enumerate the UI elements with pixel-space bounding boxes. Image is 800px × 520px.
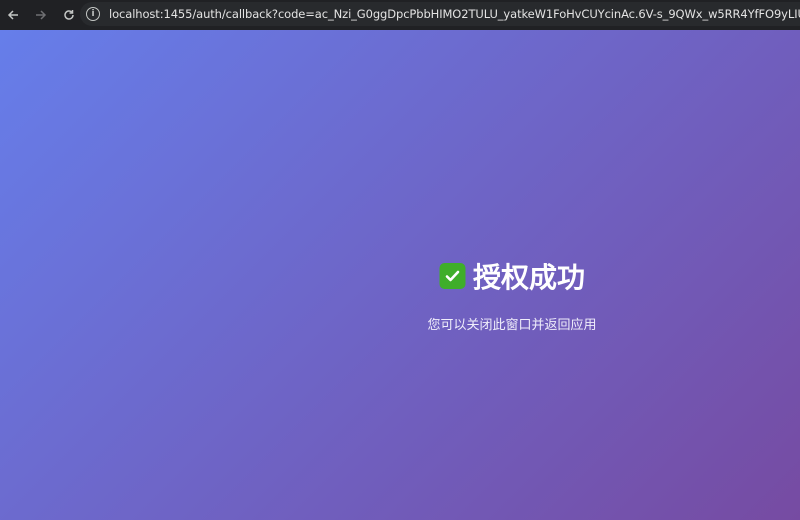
- arrow-right-icon: [36, 10, 47, 20]
- address-bar[interactable]: i localhost:1455/auth/callback?code=ac_N…: [80, 2, 800, 26]
- forward-button[interactable]: [28, 2, 54, 28]
- arrow-left-icon: [7, 10, 18, 20]
- success-content: 授权成功 您可以关闭此窗口并返回应用: [427, 256, 596, 333]
- page-title: 授权成功: [472, 261, 586, 294]
- info-icon[interactable]: i: [86, 7, 100, 21]
- browser-toolbar: i localhost:1455/auth/callback?code=ac_N…: [0, 0, 800, 30]
- page-message: 您可以关闭此窗口并返回应用: [427, 318, 597, 333]
- page-background: 授权成功 您可以关闭此窗口并返回应用: [0, 30, 800, 520]
- back-button[interactable]: [0, 2, 26, 28]
- reload-icon: [64, 10, 74, 20]
- check-mark-icon: [438, 263, 465, 289]
- reload-button[interactable]: [56, 2, 82, 28]
- page-heading: 授权成功: [427, 256, 596, 296]
- url-text[interactable]: localhost:1455/auth/callback?code=ac_Nzi…: [109, 7, 800, 21]
